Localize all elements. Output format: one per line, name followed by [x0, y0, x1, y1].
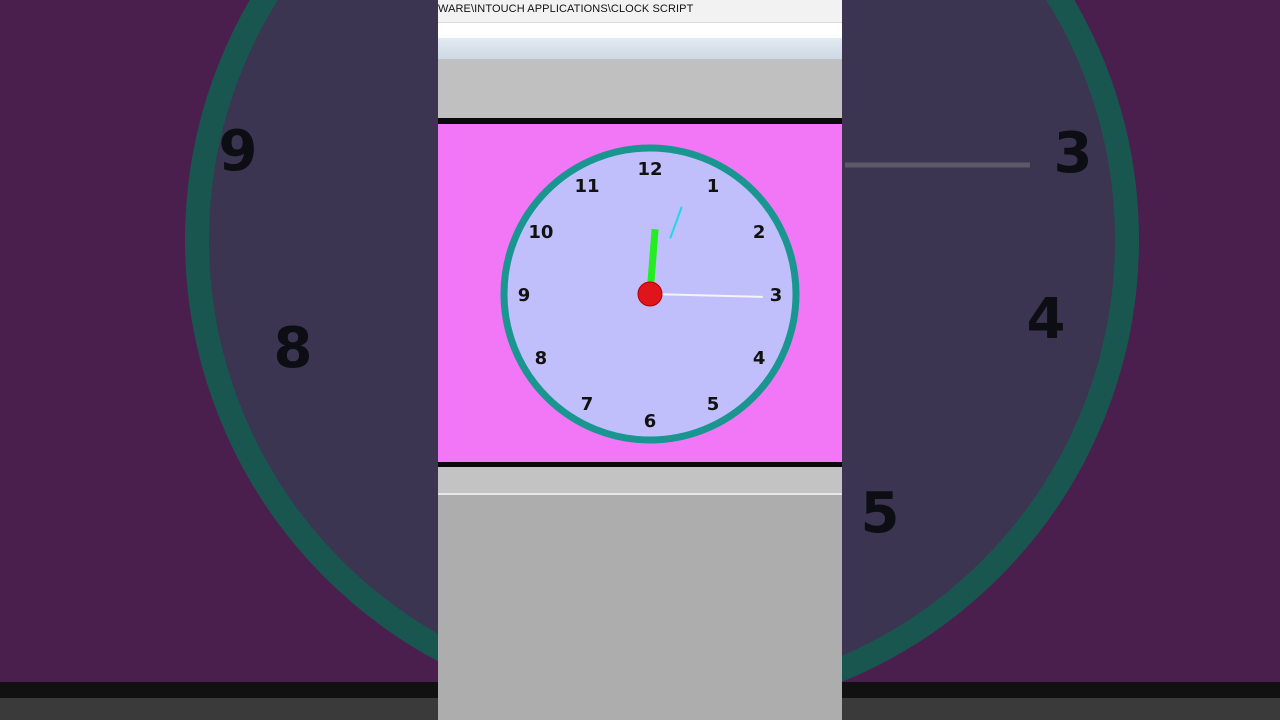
clock-numeral: 2	[753, 222, 766, 243]
canvas-top-area	[438, 60, 842, 118]
analog-clock: 121234567891011	[500, 144, 800, 444]
background-numeral: 9	[219, 119, 258, 184]
background-numeral: 4	[1027, 287, 1066, 352]
clock-numeral: 3	[770, 285, 783, 306]
clock-numeral: 10	[528, 222, 553, 243]
window-title: WARE\INTOUCH APPLICATIONS\CLOCK SCRIPT	[438, 3, 694, 15]
clock-numeral: 4	[753, 348, 766, 369]
canvas-bottom-area	[438, 495, 842, 720]
background-numeral: 8	[274, 316, 313, 381]
app-window: WARE\INTOUCH APPLICATIONS\CLOCK SCRIPT 1…	[438, 0, 842, 720]
clock-numeral: 9	[518, 285, 531, 306]
title-bar[interactable]: WARE\INTOUCH APPLICATIONS\CLOCK SCRIPT	[438, 0, 842, 23]
background-numeral: 3	[1054, 121, 1093, 186]
toolbar-strip	[438, 23, 842, 38]
clock-numeral: 7	[581, 394, 594, 415]
background-numeral: 5	[861, 481, 900, 546]
clock-numeral: 6	[644, 411, 657, 432]
clock-numeral: 11	[574, 176, 599, 197]
clock-center-pin	[637, 281, 663, 307]
clock-numeral: 5	[707, 394, 720, 415]
canvas-divider	[438, 467, 842, 495]
clock-numeral: 8	[535, 348, 548, 369]
clock-numeral: 1	[707, 176, 720, 197]
clock-numeral: 12	[637, 159, 662, 180]
